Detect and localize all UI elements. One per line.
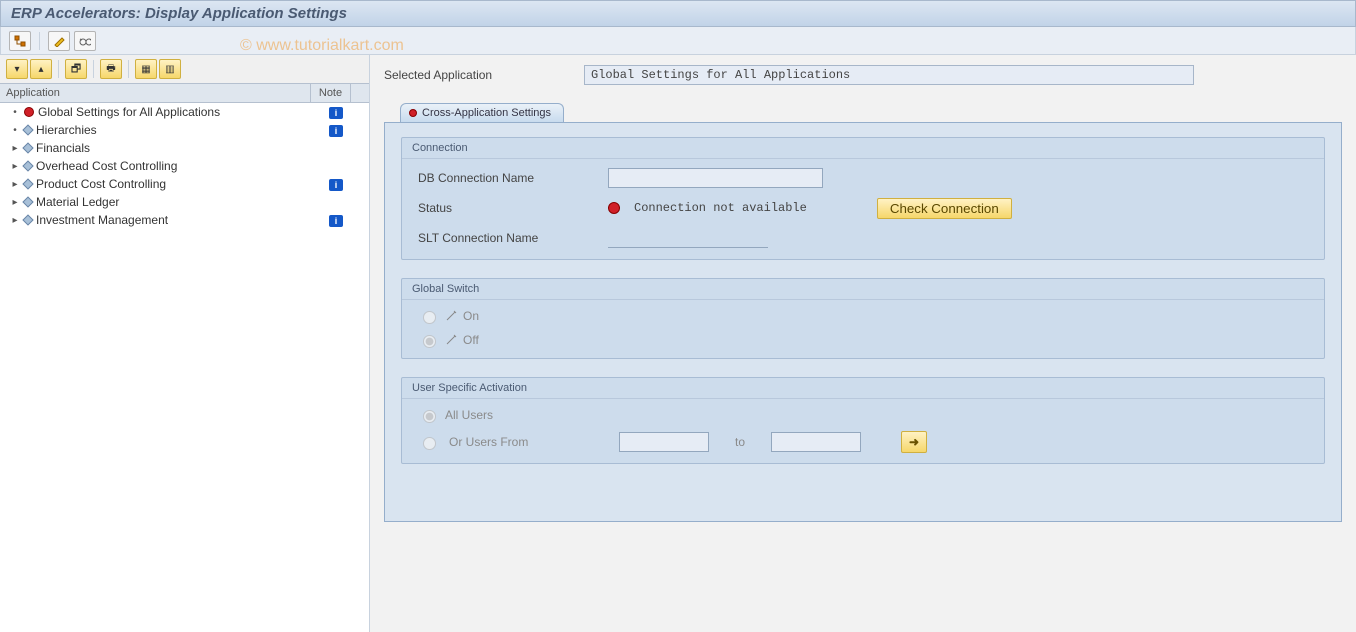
tab-label: Cross-Application Settings [422, 107, 551, 119]
tree-toolbar: ▾ ▴ 🗗 🖶 ▦ ▥ [0, 55, 369, 83]
db-connection-name-label: DB Connection Name [418, 171, 598, 185]
db-connection-name-field [608, 168, 823, 188]
node-icon [22, 214, 33, 225]
status-error-icon [608, 202, 620, 214]
slt-connection-name-label: SLT Connection Name [418, 231, 598, 245]
node-icon [22, 196, 33, 207]
tree-row[interactable]: • Global Settings for All Applications i [0, 103, 369, 121]
global-switch-group: Global Switch On Off [401, 278, 1325, 359]
glasses-icon [79, 35, 91, 47]
tab-panel: Connection DB Connection Name Status Con… [384, 122, 1342, 522]
tree-body: • Global Settings for All Applications i • H… [0, 103, 369, 632]
status-text: Connection not available [634, 201, 807, 215]
global-switch-on-radio [423, 311, 436, 324]
navigation-pane: ▾ ▴ 🗗 🖶 ▦ ▥ Application Note • Global Set… [0, 55, 370, 632]
expander-icon[interactable]: ▸ [10, 161, 20, 172]
all-users-label: All Users [445, 408, 493, 422]
expand-all-button[interactable]: ▴ [30, 59, 52, 79]
export-icon: ▥ [165, 64, 174, 75]
status-dot-icon [409, 109, 417, 117]
node-icon [22, 160, 33, 171]
grid-icon: ▦ [141, 64, 150, 75]
active-node-icon [24, 107, 34, 117]
info-icon[interactable]: i [329, 179, 343, 191]
wand-icon [445, 310, 457, 322]
chevron-up-icon: ▴ [38, 64, 43, 75]
expander-icon[interactable]: ▸ [10, 197, 20, 208]
chevron-down-icon: ▾ [14, 64, 19, 75]
expander-icon[interactable]: ▸ [10, 215, 20, 226]
separator [93, 60, 94, 78]
global-switch-off-radio [423, 335, 436, 348]
edit-button[interactable] [48, 31, 70, 51]
global-switch-off-label: Off [463, 333, 479, 347]
info-icon[interactable]: i [329, 107, 343, 119]
selected-application-field [584, 65, 1194, 85]
tab-cross-application-settings[interactable]: Cross-Application Settings [400, 103, 564, 122]
arrow-right-icon: ➜ [909, 435, 919, 449]
node-icon [22, 178, 33, 189]
top-toolbar [0, 27, 1356, 55]
or-users-from-label: Or Users From [449, 435, 609, 449]
users-to-field [771, 432, 861, 452]
check-connection-button[interactable]: Check Connection [877, 198, 1012, 219]
tree-header: Application Note [0, 83, 369, 103]
multiple-selection-button[interactable]: ➜ [901, 431, 927, 453]
pencil-icon [53, 35, 65, 47]
tree-toggle-button[interactable] [9, 31, 31, 51]
tree-item-label: Global Settings for All Applications [38, 105, 220, 119]
wand-icon [445, 334, 457, 346]
slt-connection-name-field [608, 228, 768, 248]
global-switch-title: Global Switch [402, 279, 1324, 300]
tree-header-note[interactable]: Note [311, 84, 351, 102]
tree-item-label: Financials [36, 141, 90, 155]
user-activation-group: User Specific Activation All Users Or Us… [401, 377, 1325, 464]
node-icon [22, 142, 33, 153]
all-users-radio [423, 410, 436, 423]
separator [39, 32, 40, 50]
page-title: ERP Accelerators: Display Application Se… [0, 0, 1356, 27]
connection-group: Connection DB Connection Name Status Con… [401, 137, 1325, 260]
tree-row[interactable]: ▸ Investment Management i [0, 211, 369, 229]
node-icon [22, 124, 33, 135]
find-button[interactable]: 🗗 [65, 59, 87, 79]
separator [128, 60, 129, 78]
or-users-from-radio [423, 437, 436, 450]
expander-icon[interactable]: ▸ [10, 179, 20, 190]
layout-button[interactable]: ▦ [135, 59, 157, 79]
tree-row[interactable]: • Hierarchies i [0, 121, 369, 139]
global-switch-on-label: On [463, 309, 479, 323]
tree-row[interactable]: ▸ Overhead Cost Controlling [0, 157, 369, 175]
hierarchy-icon [14, 35, 26, 47]
status-label: Status [418, 201, 598, 215]
print-icon: 🖶 [106, 61, 115, 78]
tree-item-label: Material Ledger [36, 195, 119, 209]
info-icon[interactable]: i [329, 125, 343, 137]
expander-icon[interactable]: • [10, 125, 20, 136]
tree-item-label: Overhead Cost Controlling [36, 159, 177, 173]
tree-row[interactable]: ▸ Product Cost Controlling i [0, 175, 369, 193]
tree-row[interactable]: ▸ Material Ledger [0, 193, 369, 211]
users-from-field [619, 432, 709, 452]
tree-item-label: Investment Management [36, 213, 168, 227]
connection-group-title: Connection [402, 138, 1324, 159]
tree-item-label: Product Cost Controlling [36, 177, 166, 191]
search-icon: 🗗 [71, 60, 81, 79]
tree-header-application[interactable]: Application [0, 84, 311, 102]
print-button[interactable]: 🖶 [100, 59, 122, 79]
settings-button[interactable] [74, 31, 96, 51]
users-to-label: to [735, 435, 745, 449]
user-activation-title: User Specific Activation [402, 378, 1324, 399]
export-button[interactable]: ▥ [159, 59, 181, 79]
collapse-all-button[interactable]: ▾ [6, 59, 28, 79]
tree-row[interactable]: ▸ Financials [0, 139, 369, 157]
separator [58, 60, 59, 78]
expander-icon[interactable]: • [10, 107, 20, 118]
content-pane: Selected Application Cross-Application S… [370, 55, 1356, 632]
selected-application-label: Selected Application [384, 68, 584, 82]
tree-item-label: Hierarchies [36, 123, 97, 137]
expander-icon[interactable]: ▸ [10, 143, 20, 154]
info-icon[interactable]: i [329, 215, 343, 227]
